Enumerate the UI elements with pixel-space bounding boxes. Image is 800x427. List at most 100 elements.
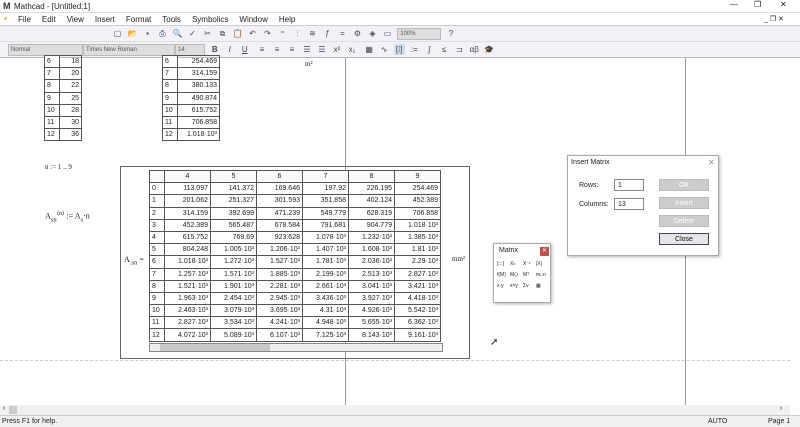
print-icon[interactable]: ⎙ (157, 28, 168, 39)
right-matrix[interactable]: 6 254.469 7 314.159 8 380.133 9 490.874 10 615.75… (162, 54, 220, 142)
matrix-palette-icon-4[interactable]: f(M) (497, 272, 510, 278)
range-definition[interactable]: n := 1 .. 9 (45, 163, 72, 171)
region-icon[interactable]: ▭ (382, 28, 393, 39)
menu-symbolics[interactable]: Symbolics (192, 15, 228, 24)
menu-file[interactable]: File (18, 15, 31, 24)
bold-button[interactable]: B (209, 44, 220, 55)
scroll-right-icon[interactable]: › (780, 405, 782, 412)
copy-icon[interactable]: ⧉ (217, 28, 228, 39)
horizontal-scrollbar[interactable]: ‹ › (0, 405, 790, 415)
assign-definition[interactable]: Asn⟨n⟩ := As·n (45, 210, 90, 223)
help-icon[interactable]: ? (445, 28, 456, 39)
left-matrix[interactable]: 6 18 7 20 8 22 9 25 10 28 11 30 12 36 (44, 54, 82, 142)
matrix-palette-icon-8[interactable]: x·y (497, 283, 510, 289)
graph-toolbar-icon[interactable]: ∿ (379, 44, 390, 55)
programming-toolbar-icon[interactable]: ⊐ (454, 44, 465, 55)
zoom-select[interactable]: 100% (397, 28, 442, 40)
matrix-palette-icon-3[interactable]: |X| (536, 261, 549, 267)
align-down-icon[interactable]: ⫶ (292, 28, 303, 39)
cell-value: 251.327 (210, 194, 257, 208)
result-matrix[interactable]: 4 5 6 7 8 9 0 113.097 141.372 169.646 197.92 226.19… (149, 169, 441, 342)
scroll-thumb[interactable] (9, 406, 17, 414)
calculator-toolbar-icon[interactable]: ▦ (364, 44, 375, 55)
redo-icon[interactable]: ↷ (262, 28, 273, 39)
align-center-icon[interactable]: ≡ (271, 44, 282, 55)
cell-value: 1.885·10³ (256, 267, 303, 281)
cell-value: 706.858 (177, 115, 220, 130)
bullets-icon[interactable]: ☰ (301, 44, 312, 55)
ok-button[interactable]: OK (659, 179, 709, 191)
evaluation-toolbar-icon[interactable]: := (409, 44, 420, 55)
menu-insert[interactable]: Insert (95, 15, 115, 24)
matrix-palette-icon-11[interactable]: ▦ (536, 283, 549, 289)
paste-icon[interactable]: 📋 (232, 28, 243, 39)
align-right-icon[interactable]: ≡ (286, 44, 297, 55)
italic-button[interactable]: I (224, 44, 235, 55)
delete-button[interactable]: Delete (659, 215, 709, 227)
open-icon[interactable]: 📂 (127, 28, 138, 39)
calc-icon[interactable]: ≋ (307, 28, 318, 39)
cell-value: 22 (59, 79, 82, 93)
greek-toolbar-icon[interactable]: αβ (469, 44, 480, 55)
dialog-close-icon[interactable]: ✕ (708, 158, 715, 167)
insert-button[interactable]: Insert (659, 197, 709, 209)
resource-icon[interactable]: ◈ (367, 28, 378, 39)
menu-help[interactable]: Help (279, 15, 295, 24)
cell-value: 1.407·10³ (302, 243, 349, 257)
save-icon[interactable]: ▪ (142, 28, 153, 39)
superscript-icon[interactable]: x² (331, 44, 342, 55)
matrix-palette-icon-9[interactable]: x×y (510, 283, 523, 289)
close-button[interactable]: ✕ (780, 0, 787, 9)
undo-icon[interactable]: ↶ (247, 28, 258, 39)
new-icon[interactable]: ▢ (112, 28, 123, 39)
menu-edit[interactable]: Edit (42, 15, 56, 24)
calculus-toolbar-icon[interactable]: ∫ (424, 44, 435, 55)
menu-view[interactable]: View (67, 15, 84, 24)
boolean-toolbar-icon[interactable]: ≤ (439, 44, 450, 55)
matrix-palette-icon-2[interactable]: X⁻¹ (523, 261, 536, 267)
cell-value: 18 (59, 54, 82, 69)
symbolic-toolbar-icon[interactable]: 🎓 (484, 44, 495, 55)
doc-window-controls[interactable]: _ ❐ ✕ (764, 15, 784, 23)
underline-button[interactable]: U (239, 44, 250, 55)
spell-icon[interactable]: ✓ (187, 28, 198, 39)
row-index: 12 (149, 328, 165, 342)
row-index: 6 (44, 54, 60, 69)
preview-icon[interactable]: 🔍 (172, 28, 183, 39)
minimize-button[interactable]: — (730, 0, 738, 9)
numbering-icon[interactable]: ☰ (316, 44, 327, 55)
matrix-palette-icon-10[interactable]: Σv (523, 283, 536, 289)
align-icon[interactable]: ⁼ (277, 28, 288, 39)
matrix-toolbar-icon[interactable]: [⁞] (393, 44, 405, 56)
menu-format[interactable]: Format (126, 15, 151, 24)
matrix-scroll-thumb[interactable] (160, 344, 270, 351)
table-row: 8 1.521·10³ 1.901·10³ 2.281·10³ 2.661·10³ 3.0… (149, 279, 441, 293)
align-left-icon[interactable]: ≡ (256, 44, 267, 55)
assign-op: := (66, 211, 74, 221)
matrix-scrollbar[interactable] (149, 343, 443, 352)
cell-value: 6.362·10³ (394, 316, 441, 330)
subscript-icon[interactable]: x₁ (346, 44, 357, 55)
cell-value: 1.232·10³ (348, 230, 395, 245)
table-row: 10 2.463·10³ 3.079·10³ 3.695·10³ 4.31·10³ 4.9… (149, 304, 441, 318)
component-icon[interactable]: ⚙ (352, 28, 363, 39)
columns-input[interactable]: 13 (614, 198, 644, 210)
scroll-left-icon[interactable]: ‹ (3, 405, 5, 412)
maximize-button[interactable]: ❐ (754, 0, 761, 9)
rows-input[interactable]: 1 (614, 179, 644, 191)
matrix-palette-icon-7[interactable]: m..n (536, 272, 549, 278)
menu-window[interactable]: Window (239, 15, 267, 24)
row-index: 9 (162, 91, 178, 105)
matrix-palette-icon-5[interactable]: M⟨⟩ (510, 272, 523, 278)
equals-icon[interactable]: = (337, 28, 348, 39)
insert-function-icon[interactable]: ƒ (322, 28, 333, 39)
matrix-palette-icon-1[interactable]: Xₙ (510, 261, 523, 267)
matrix-palette-icon-6[interactable]: Mᵀ (523, 272, 536, 278)
table-row: 12 1.018·10³ (162, 128, 220, 142)
table-row: 1 201.062 251.327 301.593 351.858 402.124 452.… (149, 194, 441, 208)
close-button[interactable]: Close (659, 233, 709, 245)
matrix-palette-icon-0[interactable]: [:::] (497, 261, 510, 267)
palette-close-button[interactable]: ✕ (540, 247, 549, 256)
cut-icon[interactable]: ✂ (202, 28, 213, 39)
menu-tools[interactable]: Tools (162, 15, 181, 24)
